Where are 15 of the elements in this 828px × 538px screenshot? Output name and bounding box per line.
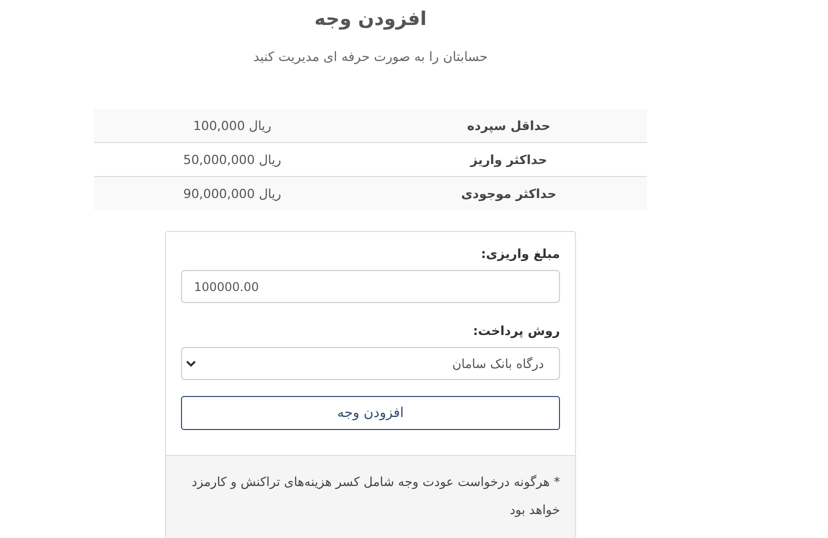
add-funds-button[interactable]: افزودن وجه [181, 396, 560, 430]
limit-value: ریال 100,000 [192, 117, 272, 135]
field-label: روش پرداخت: [472, 323, 560, 338]
limit-label: حداکثر موجودی [460, 185, 558, 203]
limit-value: ریال 50,000,000 [182, 151, 282, 169]
field-label: مبلغ واریزی: [480, 246, 560, 261]
limit-label: حداقل سپرده [466, 117, 552, 135]
limit-value: ریال 90,000,000 [182, 185, 282, 203]
page-subtitle: حسابتان را به صورت حرفه ای مدیریت کنید [253, 49, 488, 67]
limit-label: حداکثر واریز [468, 151, 548, 169]
payment-method-select[interactable]: درگاه بانک سامان [181, 347, 560, 380]
page-title: افزودن وجه [314, 7, 427, 32]
amount-field[interactable]: 100000.00 [181, 270, 560, 303]
chevron-down-icon [186, 360, 196, 367]
note-text: * هرگونه درخواست عودت وجه شامل کسر هزینه‌های تراکنش و کارمزد خواهد بود [190, 473, 560, 519]
